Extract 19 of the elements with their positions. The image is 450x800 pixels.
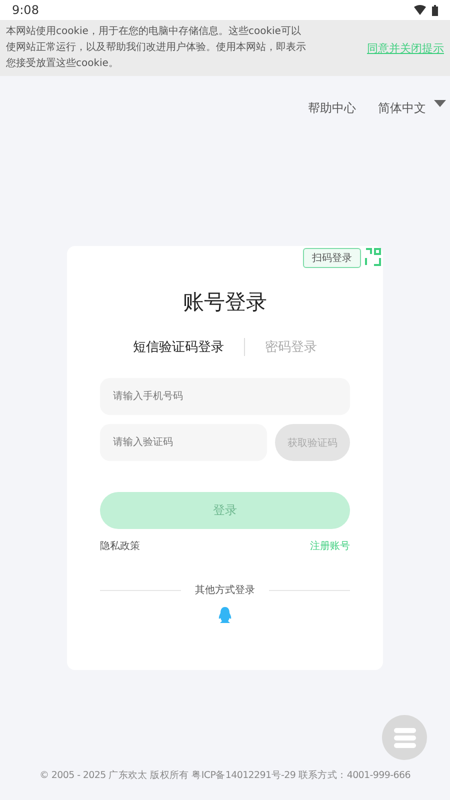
wifi-icon [414,5,426,15]
qr-login-tip[interactable]: 扫码登录 [303,248,361,268]
phone-input-field[interactable]: 请输入手机号码 [100,378,350,415]
other-methods-label: 其他方式登录 [195,584,255,597]
cookie-notice: 本网站使用cookie，用于在您的电脑中存储信息。这些cookie可以使网站正常运行，以及帮助我们改进用户体验。使用本网站，即表示您接受放置这些cookie。 [6,24,306,71]
help-link[interactable]: 帮助中心 [308,100,356,120]
menu-button[interactable] [382,715,427,760]
footer-copyright: © 2005 - 2025 广东欢太 版权所有 粤ICP备14012291号-29 联系方式：4001-999-666 [38,769,412,782]
code-input-field[interactable]: 请输入验证码 [100,424,267,461]
language-selector[interactable]: 简体中文 [378,100,446,120]
status-time: 9:08 [12,3,39,17]
battery-icon [432,4,438,16]
caret-icon [434,100,446,107]
penguin-icon[interactable] [218,607,232,623]
privacy-link[interactable]: 隐私政策 [100,539,140,553]
login-title: 账号登录 [182,289,268,316]
login-tab[interactable]: 短信验证码登录 [129,338,228,356]
qr-code-icon[interactable] [365,248,381,266]
menu-icon [394,728,416,748]
